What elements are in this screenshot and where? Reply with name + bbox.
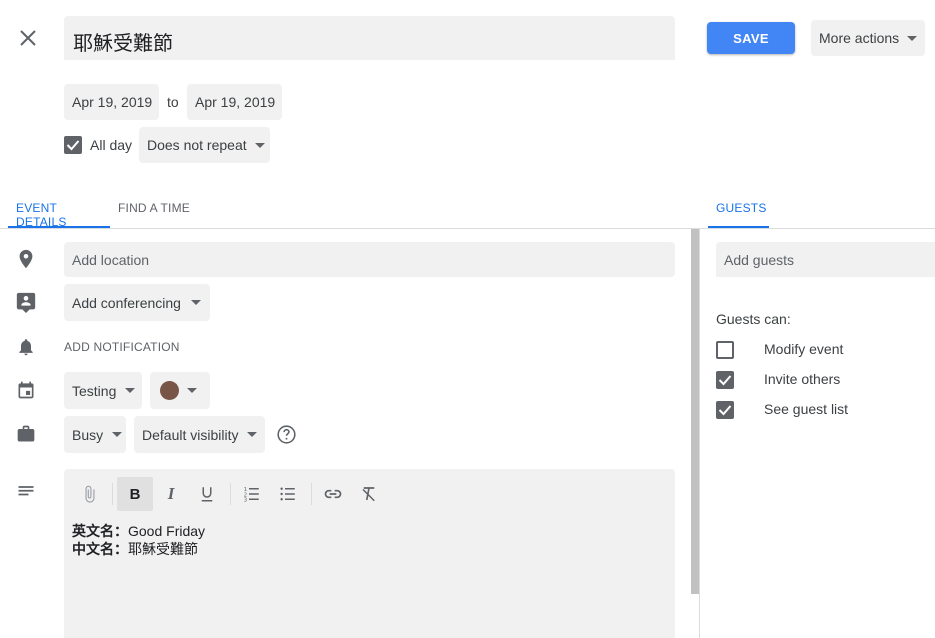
scrollbar-thumb[interactable] (691, 229, 699, 594)
description-icon (16, 482, 36, 502)
calendar-label: Testing (72, 382, 117, 399)
help-icon[interactable] (276, 424, 297, 445)
chevron-down-icon (187, 388, 197, 393)
event-color-dropdown[interactable] (150, 372, 210, 409)
briefcase-icon (16, 424, 36, 444)
see-guest-list-checkbox[interactable] (716, 401, 734, 419)
bulleted-list-icon[interactable] (270, 477, 306, 511)
underline-icon[interactable] (189, 477, 225, 511)
tab-guests-label: GUESTS (716, 201, 767, 215)
tab-event-details[interactable]: EVENT DETAILS (8, 188, 110, 229)
close-icon[interactable] (16, 26, 40, 50)
description-line-2: 中文名：耶穌受難節 (72, 539, 198, 559)
numbered-list-icon[interactable]: 123 (234, 477, 270, 511)
description-value-english: Good Friday (128, 523, 206, 539)
toolbar-separator (230, 483, 231, 505)
toolbar-separator (112, 483, 113, 505)
location-pin-icon (15, 248, 37, 270)
repeat-dropdown[interactable]: Does not repeat (139, 127, 270, 163)
description-line-1: 英文名：Good Friday (72, 521, 205, 541)
chevron-down-icon (112, 432, 123, 437)
availability-label: Busy (72, 426, 104, 443)
guests-can-label: Guests can: (716, 311, 791, 327)
save-button[interactable]: SAVE (707, 22, 795, 54)
add-guests-input[interactable]: Add guests (716, 242, 935, 277)
bell-icon (16, 337, 36, 357)
end-date-field[interactable]: Apr 19, 2019 (187, 84, 282, 120)
calendar-icon (16, 380, 36, 400)
clear-formatting-icon[interactable] (351, 477, 387, 511)
description-label-chinese: 中文名： (72, 541, 128, 557)
description-value-chinese: 耶穌受難節 (128, 541, 198, 557)
add-notification-label: ADD NOTIFICATION (64, 340, 180, 354)
chevron-down-icon (907, 35, 918, 41)
end-date-text: Apr 19, 2019 (195, 94, 276, 110)
conferencing-dropdown[interactable]: Add conferencing (64, 284, 210, 321)
start-date-field[interactable]: Apr 19, 2019 (64, 84, 159, 120)
save-button-label: SAVE (733, 30, 769, 46)
more-actions-label: More actions (819, 30, 900, 46)
location-placeholder: Add location (72, 252, 150, 268)
chevron-down-icon (254, 142, 265, 148)
description-label-english: 英文名： (72, 523, 128, 539)
chevron-down-icon (190, 300, 201, 305)
invite-others-label: Invite others (764, 371, 841, 387)
availability-dropdown[interactable]: Busy (64, 416, 126, 453)
calendar-dropdown[interactable]: Testing (64, 372, 142, 409)
add-guests-placeholder: Add guests (724, 252, 795, 268)
modify-event-checkbox[interactable] (716, 341, 734, 359)
modify-event-label: Modify event (764, 341, 844, 357)
location-input[interactable]: Add location (64, 242, 675, 277)
tab-event-details-label: EVENT DETAILS (16, 201, 67, 229)
start-date-text: Apr 19, 2019 (72, 94, 153, 110)
visibility-dropdown[interactable]: Default visibility (134, 416, 265, 453)
panel-divider (699, 229, 700, 638)
chevron-down-icon (125, 388, 136, 393)
italic-icon[interactable]: I (153, 477, 189, 511)
link-icon[interactable] (315, 477, 351, 511)
tabs-divider (0, 228, 935, 229)
svg-text:3: 3 (244, 498, 247, 504)
visibility-label: Default visibility (142, 426, 239, 443)
attachment-icon[interactable] (72, 477, 108, 511)
more-actions-button[interactable]: More actions (811, 20, 925, 56)
description-editor[interactable]: B I 123 英文名：Good Friday 中文名：耶穌受難節 (64, 469, 675, 638)
tab-find-a-time-label: FIND A TIME (118, 201, 190, 215)
toolbar-separator (311, 483, 312, 505)
tab-guests[interactable]: GUESTS (708, 188, 769, 228)
see-guest-list-label: See guest list (764, 401, 849, 417)
chevron-down-icon (247, 432, 258, 437)
event-title-input[interactable]: 耶穌受難節 (64, 16, 675, 60)
all-day-label: All day (90, 137, 133, 153)
date-range-separator: to (167, 94, 179, 110)
event-title-text: 耶穌受難節 (73, 33, 173, 55)
conferencing-icon (15, 291, 37, 313)
event-color-swatch (160, 381, 179, 400)
invite-others-checkbox[interactable] (716, 371, 734, 389)
bold-icon[interactable]: B (117, 477, 153, 511)
tab-find-a-time[interactable]: FIND A TIME (110, 188, 196, 228)
all-day-checkbox[interactable] (64, 136, 82, 154)
repeat-label: Does not repeat (147, 137, 247, 153)
add-notification-button[interactable]: ADD NOTIFICATION (64, 337, 184, 357)
conferencing-label: Add conferencing (72, 294, 181, 311)
